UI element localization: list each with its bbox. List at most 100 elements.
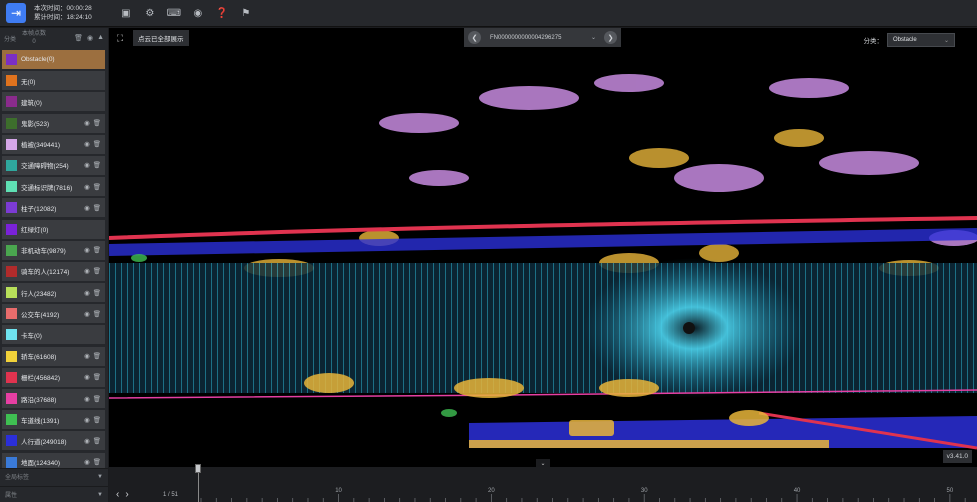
- class-color-swatch[interactable]: [6, 96, 17, 108]
- trash-icon[interactable]: 🗑: [93, 437, 101, 445]
- timeline-ticks[interactable]: 10 20 30 40 50: [199, 467, 977, 502]
- rotate-icon[interactable]: ◉: [186, 3, 210, 23]
- trash-icon[interactable]: 🗑: [93, 395, 101, 403]
- class-color-swatch[interactable]: [6, 456, 17, 468]
- point-cloud-canvas[interactable]: [109, 28, 977, 467]
- collapse-timeline-icon[interactable]: ⌄: [536, 459, 550, 467]
- class-item[interactable]: Obstacle(0): [2, 50, 105, 69]
- trash-icon[interactable]: 🗑: [93, 183, 101, 191]
- chevron-down-icon[interactable]: ⌄: [591, 34, 596, 41]
- prev-frame-icon[interactable]: ❮: [468, 31, 481, 44]
- class-color-swatch[interactable]: [6, 54, 17, 65]
- trash-icon[interactable]: 🗑: [93, 161, 101, 169]
- eye-icon[interactable]: ◉: [84, 267, 90, 275]
- trash-icon[interactable]: 🗑: [93, 416, 101, 424]
- class-color-swatch[interactable]: [6, 265, 17, 277]
- flag-icon[interactable]: ⚑: [234, 3, 258, 23]
- eye-icon[interactable]: ◉: [84, 119, 90, 127]
- attributes-panel[interactable]: 属性 ▼: [0, 486, 108, 502]
- trash-icon[interactable]: 🗑: [93, 373, 101, 381]
- session-time: 本次时间：00:00:28: [34, 5, 92, 12]
- eye-icon[interactable]: ◉: [84, 289, 90, 297]
- trash-icon[interactable]: 🗑: [93, 289, 101, 297]
- class-color-swatch[interactable]: [6, 287, 17, 299]
- sidewalk-upper: [109, 228, 977, 256]
- eye-icon[interactable]: ◉: [84, 437, 90, 445]
- sidebar-title: 分类: [4, 36, 17, 43]
- category-select[interactable]: Obstacle ⌄: [887, 33, 955, 47]
- class-color-swatch[interactable]: [6, 350, 17, 362]
- class-item[interactable]: 车道线(1391) ◉ 🗑: [2, 410, 105, 430]
- eye-icon[interactable]: ◉: [84, 373, 90, 381]
- trash-icon[interactable]: 🗑: [93, 267, 101, 275]
- class-item[interactable]: 骑车的人(12174) ◉ 🗑: [2, 261, 105, 281]
- exit-icon[interactable]: ⇥: [6, 3, 26, 23]
- trash-icon[interactable]: 🗑: [93, 246, 101, 254]
- class-item[interactable]: 交通障碍物(254) ◉ 🗑: [2, 155, 105, 175]
- eye-icon[interactable]: ◉: [84, 140, 90, 148]
- class-item[interactable]: 无(0): [2, 71, 105, 91]
- eye-icon[interactable]: ◉: [84, 395, 90, 403]
- eye-icon[interactable]: ◉: [84, 204, 90, 212]
- trash-icon[interactable]: 🗑: [93, 458, 101, 466]
- class-color-swatch[interactable]: [6, 308, 17, 320]
- class-color-swatch[interactable]: [6, 138, 17, 150]
- settings-icon[interactable]: ⚙: [138, 3, 162, 23]
- next-page-icon[interactable]: ›: [125, 489, 128, 500]
- prev-page-icon[interactable]: ‹: [116, 489, 119, 500]
- class-color-swatch[interactable]: [6, 244, 17, 256]
- class-item[interactable]: 人行道(249018) ◉ 🗑: [2, 431, 105, 451]
- class-item[interactable]: 非机动车(9879) ◉ 🗑: [2, 240, 105, 260]
- class-item[interactable]: 鬼影(523) ◉ 🗑: [2, 113, 105, 133]
- class-label: 栅栏(456842): [21, 375, 61, 383]
- eye-icon[interactable]: ◉: [84, 183, 90, 191]
- class-item[interactable]: 交通标识牌(7816) ◉ 🗑: [2, 177, 105, 197]
- fullscreen-icon[interactable]: ⛶: [113, 31, 127, 45]
- eye-icon[interactable]: ◉: [84, 416, 90, 424]
- class-item[interactable]: 卡车(0): [2, 325, 105, 345]
- class-color-swatch[interactable]: [6, 371, 17, 383]
- global-tags-label: 全局标签: [5, 475, 30, 481]
- eye-icon[interactable]: ◉: [84, 246, 90, 254]
- class-item[interactable]: 柱子(12082) ◉ 🗑: [2, 198, 105, 218]
- trash-icon[interactable]: 🗑: [93, 140, 101, 148]
- eye-icon[interactable]: ◉: [84, 310, 90, 318]
- chevron-down-icon[interactable]: ▼: [97, 492, 103, 498]
- class-color-swatch[interactable]: [6, 202, 17, 214]
- class-color-swatch[interactable]: [6, 329, 17, 341]
- trash-icon[interactable]: 🗑: [93, 119, 101, 127]
- point-count-value: 0: [32, 39, 36, 45]
- trash-icon[interactable]: 🗑: [93, 310, 101, 318]
- chevron-down-icon[interactable]: ▼: [97, 474, 103, 480]
- eye-icon[interactable]: ◉: [84, 458, 90, 466]
- next-frame-icon[interactable]: ❯: [604, 31, 617, 44]
- class-color-swatch[interactable]: [6, 414, 17, 426]
- class-color-swatch[interactable]: [6, 75, 17, 87]
- global-tags-panel[interactable]: 全局标签 ▼: [0, 468, 108, 484]
- eye-icon[interactable]: ◉: [84, 352, 90, 360]
- class-item[interactable]: 栅栏(456842) ◉ 🗑: [2, 367, 105, 387]
- class-color-swatch[interactable]: [6, 159, 17, 171]
- point-cloud-viewport[interactable]: ⛶ 点云已全部展示 ❮ FN0000000000004296275 ⌄ ❯ 分类…: [109, 28, 977, 467]
- visibility-all-icon[interactable]: ◉: [87, 34, 93, 42]
- trash-icon[interactable]: 🗑: [93, 352, 101, 360]
- class-item[interactable]: 行人(23482) ◉ 🗑: [2, 283, 105, 303]
- class-item[interactable]: 轿车(61608) ◉ 🗑: [2, 346, 105, 366]
- class-color-swatch[interactable]: [6, 223, 17, 235]
- class-item[interactable]: 红绿灯(0): [2, 219, 105, 239]
- class-color-swatch[interactable]: [6, 117, 17, 129]
- class-item[interactable]: 建筑(0): [2, 92, 105, 112]
- class-item[interactable]: 公交车(4192) ◉ 🗑: [2, 304, 105, 324]
- eye-icon[interactable]: ◉: [84, 161, 90, 169]
- class-item[interactable]: 植被(349441) ◉ 🗑: [2, 134, 105, 154]
- class-color-swatch[interactable]: [6, 435, 17, 447]
- class-color-swatch[interactable]: [6, 181, 17, 193]
- class-item[interactable]: 路沿(37688) ◉ 🗑: [2, 389, 105, 408]
- collapse-icon[interactable]: ▲: [97, 34, 104, 42]
- class-color-swatch[interactable]: [6, 393, 17, 404]
- delete-all-icon[interactable]: 🗑: [74, 34, 83, 42]
- save-icon[interactable]: ▣: [114, 3, 138, 23]
- help-icon[interactable]: ❓: [210, 3, 234, 23]
- keyboard-icon[interactable]: ⌨: [162, 3, 186, 23]
- trash-icon[interactable]: 🗑: [93, 204, 101, 212]
